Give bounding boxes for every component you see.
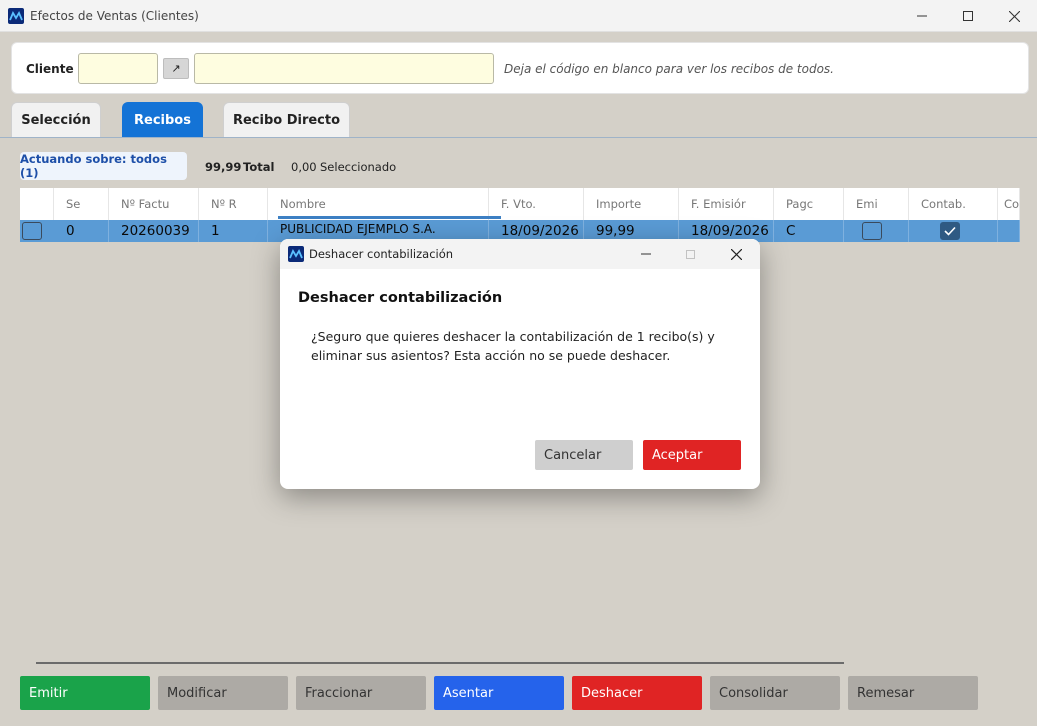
total-value: 99,99 (205, 160, 242, 174)
actions-divider (36, 662, 844, 664)
scope-badge: Actuando sobre: todos (1) (20, 152, 187, 180)
fraccionar-button[interactable]: Fraccionar (296, 676, 426, 710)
dialog-heading: Deshacer contabilización (298, 290, 503, 306)
column-header-emision[interactable]: F. Emisiór (679, 188, 774, 220)
cell-serie: 0 (54, 220, 109, 242)
dialog-app-logo-icon (288, 246, 304, 262)
dialog-message: ¿Seguro que quieres deshacer la contabil… (311, 329, 715, 363)
dialog-minimize-icon[interactable] (624, 239, 668, 269)
emitir-button[interactable]: Emitir (20, 676, 150, 710)
grid-header: Se Nº Factu Nº R Nombre F. Vto. Importe … (20, 188, 1020, 220)
column-header-importe[interactable]: Importe (584, 188, 679, 220)
dialog-title: Deshacer contabilización (309, 247, 454, 261)
client-lookup-button[interactable]: ↗ (163, 58, 189, 79)
cell-pago: C (774, 220, 844, 242)
client-label: Cliente (26, 62, 74, 76)
client-code-input[interactable] (78, 53, 158, 84)
dialog-close-icon[interactable] (714, 239, 758, 269)
total-label: Total (243, 160, 275, 174)
asentar-button[interactable]: Asentar (434, 676, 564, 710)
client-hint: Deja el código en blanco para ver los re… (504, 62, 834, 76)
row-select-checkbox[interactable] (22, 222, 42, 240)
client-name-input[interactable] (194, 53, 494, 84)
cell-factura: 20260039 (109, 220, 199, 242)
minimize-icon[interactable] (899, 0, 945, 32)
remesar-button[interactable]: Remesar (848, 676, 978, 710)
contabilizado-checkbox[interactable] (940, 222, 960, 240)
deshacer-button[interactable]: Deshacer (572, 676, 702, 710)
consolidar-button[interactable]: Consolidar (710, 676, 840, 710)
column-header-serie[interactable]: Se (54, 188, 109, 220)
emitido-checkbox[interactable] (862, 222, 882, 240)
maximize-icon[interactable] (945, 0, 991, 32)
selected-value: 0,00 (291, 160, 317, 174)
column-header-recibo[interactable]: Nº R (199, 188, 268, 220)
tab-seleccion[interactable]: Selección (11, 102, 101, 138)
cell-extra (998, 220, 1020, 242)
window-title: Efectos de Ventas (Clientes) (30, 9, 199, 23)
cell-contabilizado (909, 220, 998, 242)
client-filter-panel: Cliente ↗ Deja el código en blanco para … (11, 42, 1029, 94)
accept-button[interactable]: Aceptar (643, 440, 741, 470)
tab-divider (0, 137, 1037, 138)
column-header-factura[interactable]: Nº Factu (109, 188, 199, 220)
tab-recibos[interactable]: Recibos (122, 102, 203, 138)
checkmark-icon (944, 226, 956, 236)
app-logo-icon (8, 8, 24, 24)
cancel-button[interactable]: Cancelar (535, 440, 633, 470)
cell-emitido (844, 220, 909, 242)
close-icon[interactable] (991, 0, 1037, 32)
column-header-contabilizado[interactable]: Contab. (909, 188, 998, 220)
window-titlebar: Efectos de Ventas (Clientes) (0, 0, 1037, 32)
column-header-extra[interactable]: Co (998, 188, 1020, 220)
modificar-button[interactable]: Modificar (158, 676, 288, 710)
column-header-vencimiento[interactable]: F. Vto. (489, 188, 584, 220)
column-header-pago[interactable]: Pagc (774, 188, 844, 220)
cell-recibo: 1 (199, 220, 268, 242)
sort-indicator (278, 216, 501, 219)
selected-label: Seleccionado (320, 160, 397, 174)
tab-recibo-directo[interactable]: Recibo Directo (223, 102, 350, 138)
confirm-dialog: Deshacer contabilización Deshacer contab… (280, 239, 760, 489)
dialog-titlebar: Deshacer contabilización (280, 239, 760, 269)
column-header-emitido[interactable]: Emi (844, 188, 909, 220)
dialog-maximize-icon (668, 239, 712, 269)
column-header-check[interactable] (20, 188, 54, 220)
